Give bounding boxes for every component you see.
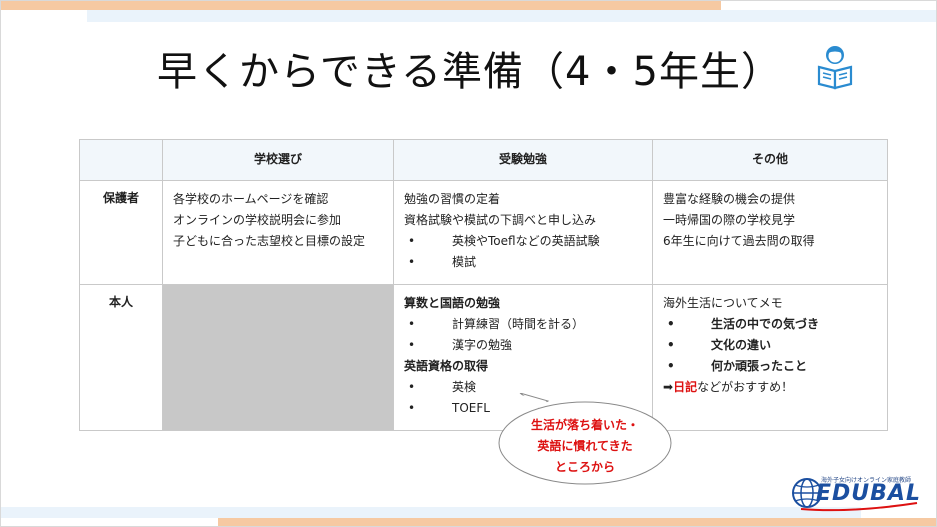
- list-item: 海外生活についてメモ: [663, 296, 783, 310]
- bullet-dot: •: [667, 338, 675, 352]
- bullet-dot: •: [667, 359, 675, 373]
- preparation-table: 学校選び 受験勉強 その他 保護者 各学校のホームページを確認 オンラインの学校…: [79, 139, 888, 431]
- bullet-item: • 模試: [404, 252, 642, 273]
- bullet-dot: •: [408, 234, 416, 248]
- bullet-item: • 生活の中での気づき: [663, 314, 877, 335]
- decor-bar-top-orange: [1, 1, 721, 10]
- bubble-line: 英語に慣れてきた: [537, 439, 633, 453]
- list-item: 資格試験や模試の下調べと申し込み: [404, 213, 597, 227]
- table-row-parent: 保護者 各学校のホームページを確認 オンラインの学校説明会に参加 子どもに合った…: [79, 180, 888, 285]
- row-label-parent: 保護者: [79, 180, 163, 285]
- bubble-text: 生活が落ち着いた・ 英語に慣れてきた ところから: [498, 415, 672, 478]
- bullet-item: • 英検やToeflなどの英語試験: [404, 231, 642, 252]
- cell-parent-other: 豊富な経験の機会の提供 一時帰国の際の学校見学 6年生に向けて過去問の取得: [652, 180, 888, 285]
- list-item: 勉強の習慣の定着: [404, 192, 501, 206]
- bubble-line: 生活が落ち着いた・: [530, 418, 639, 432]
- slide-title: 早くからできる準備（4・5年生）: [157, 49, 782, 95]
- decor-bar-top-blue: [87, 10, 936, 22]
- header-blank: [79, 139, 163, 181]
- cell-parent-study: 勉強の習慣の定着 資格試験や模試の下調べと申し込み • 英検やToeflなどの英語…: [393, 180, 653, 285]
- person-reading-icon: [817, 46, 853, 90]
- recommendation-tail: などがおすすめ！: [697, 380, 794, 394]
- bullet-item: • 漢字の勉強: [404, 335, 642, 356]
- list-item: 6年生に向けて過去問の取得: [663, 234, 815, 248]
- bullet-dot: •: [408, 338, 416, 352]
- logo-name: EDUBAL: [816, 481, 921, 506]
- decor-bar-bottom-blue: [1, 507, 861, 518]
- bullet-item: • 何か頑張ったこと: [663, 356, 877, 377]
- cell-parent-school: 各学校のホームページを確認 オンラインの学校説明会に参加 子どもに合った志望校と…: [162, 180, 394, 285]
- diary-highlight: 日記: [673, 380, 698, 394]
- recommendation-line: ➡日記などがおすすめ！: [663, 377, 877, 398]
- section-heading: 算数と国語の勉強: [404, 296, 501, 310]
- section-heading: 英語資格の取得: [404, 359, 489, 373]
- bullet-dot: •: [408, 255, 416, 269]
- list-item: オンラインの学校説明会に参加: [173, 213, 342, 227]
- bullet-dot: •: [408, 401, 416, 415]
- arrow-icon: ➡: [663, 380, 674, 394]
- list-item: 一時帰国の際の学校見学: [663, 213, 796, 227]
- cell-student-other: 海外生活についてメモ • 生活の中での気づき • 文化の違い • 何か頑張ったこと ➡…: [652, 284, 888, 431]
- list-item: 各学校のホームページを確認: [173, 192, 329, 206]
- slide: 早くからできる準備（4・5年生） 学校選び 受験勉強 その他 保護者 各学校のホ…: [0, 0, 937, 527]
- table-header-row: 学校選び 受験勉強 その他: [79, 139, 888, 181]
- bullet-dot: •: [408, 317, 416, 331]
- bullet-dot: •: [667, 317, 675, 331]
- header-school: 学校選び: [162, 139, 394, 181]
- list-item: 豊富な経験の機会の提供: [663, 192, 796, 206]
- row-label-student: 本人: [79, 284, 163, 431]
- cell-student-school-empty: [162, 284, 394, 431]
- decor-bar-bottom-orange: [218, 518, 936, 526]
- bullet-item: • 文化の違い: [663, 335, 877, 356]
- header-study: 受験勉強: [393, 139, 653, 181]
- table-row-student: 本人 算数と国語の勉強 • 計算練習（時間を計る） • 漢字の勉強 英語資格の取得 …: [79, 284, 888, 431]
- bullet-dot: •: [408, 380, 416, 394]
- bullet-item: • 計算練習（時間を計る）: [404, 314, 642, 335]
- header-other: その他: [652, 139, 888, 181]
- list-item: 子どもに合った志望校と目標の設定: [173, 234, 366, 248]
- bubble-line: ところから: [554, 460, 615, 474]
